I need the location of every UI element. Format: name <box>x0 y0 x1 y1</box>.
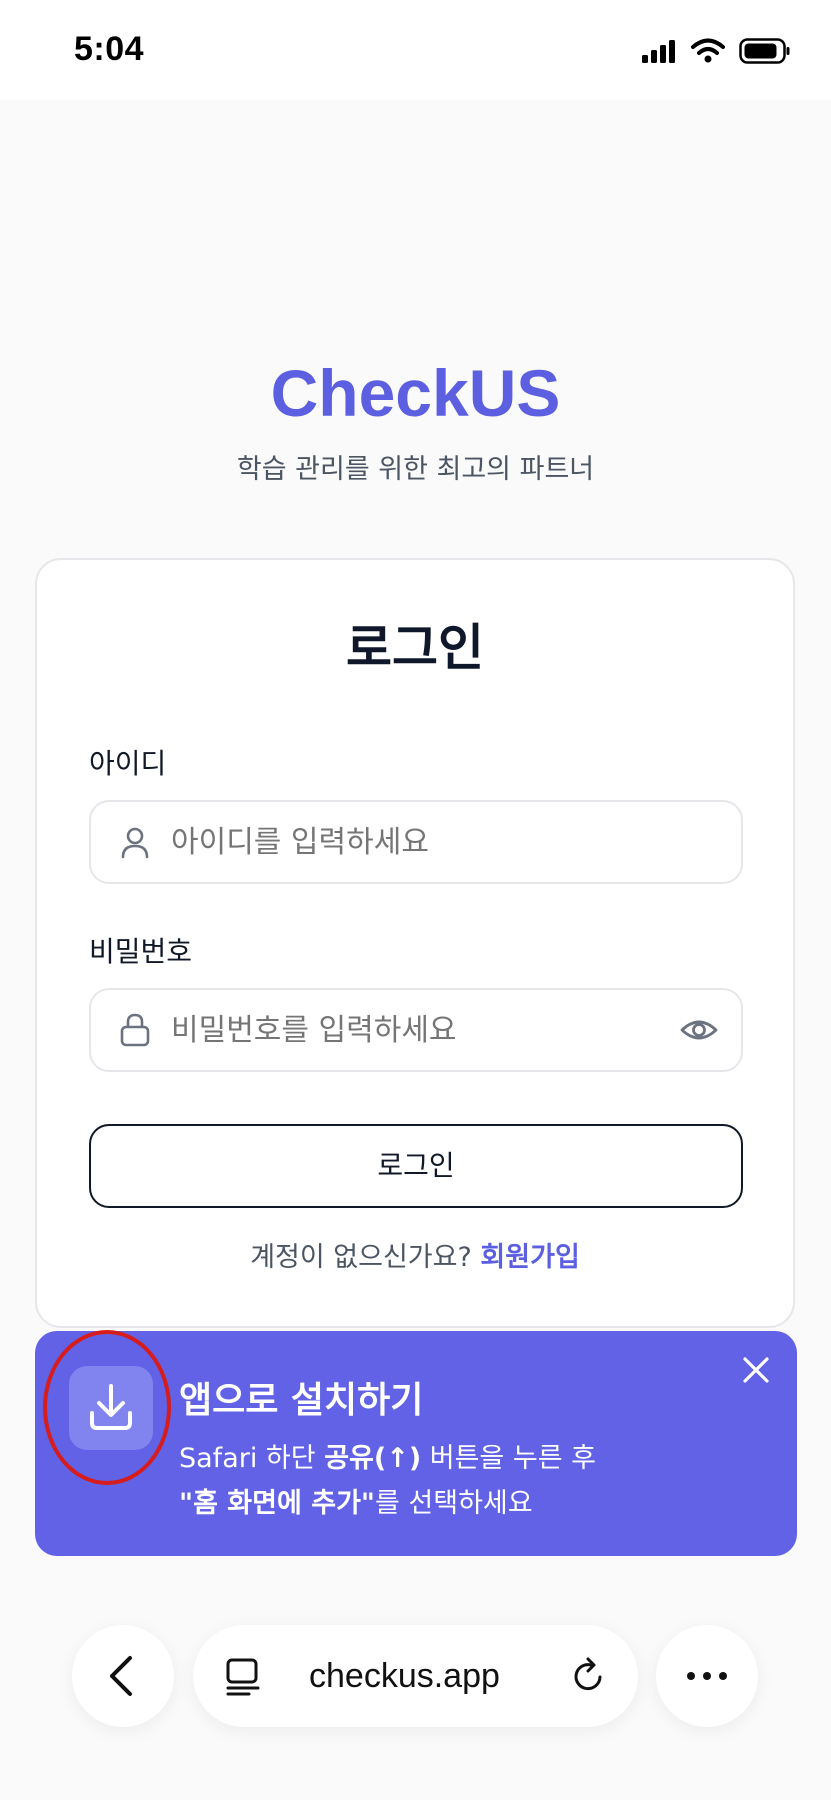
cellular-signal-icon <box>642 40 675 63</box>
id-label: 아이디 <box>89 747 167 780</box>
line2-suffix: 를 선택하세요 <box>374 1488 533 1519</box>
id-input[interactable] <box>169 802 653 884</box>
lock-icon <box>120 1013 150 1047</box>
line1-suffix: 버튼을 누른 후 <box>421 1443 596 1474</box>
status-bar: 5:04 <box>0 0 831 100</box>
banner-title: 앱으로 설치하기 <box>179 1380 424 1421</box>
back-button[interactable] <box>72 1625 174 1727</box>
signup-link[interactable]: 회원가입 <box>480 1242 579 1273</box>
wifi-icon <box>691 38 725 63</box>
line1-bold: 공유(↑) <box>324 1443 422 1474</box>
line1-prefix: Safari 하단 <box>179 1443 325 1474</box>
highlight-annotation <box>43 1330 171 1485</box>
line2-bold: "홈 화면에 추가" <box>179 1488 375 1519</box>
url-text[interactable]: checkus.app <box>309 1625 500 1727</box>
no-account-text: 계정이 없으신가요? <box>250 1242 472 1273</box>
reload-icon[interactable] <box>569 1656 609 1696</box>
brand-subtitle: 학습 관리를 위한 최고의 파트너 <box>236 454 595 485</box>
user-icon <box>121 827 149 859</box>
close-icon[interactable] <box>737 1351 775 1389</box>
login-button[interactable]: 로그인 <box>89 1124 743 1208</box>
password-input[interactable] <box>169 990 653 1072</box>
banner-instruction-line1: Safari 하단 공유(↑) 버튼을 누른 후 <box>179 1436 596 1475</box>
login-card: 로그인 아이디 비밀번호 로그인 계정이 없으신가요? 회원가입 <box>35 558 795 1328</box>
card-title: 로그인 <box>346 619 484 677</box>
banner-instruction-line2: "홈 화면에 추가"를 선택하세요 <box>179 1481 533 1520</box>
status-time: 5:04 <box>74 30 145 68</box>
address-bar[interactable]: checkus.app <box>193 1625 638 1727</box>
status-icons <box>641 38 791 64</box>
password-label: 비밀번호 <box>89 935 193 968</box>
brand-title: CheckUS <box>270 356 561 430</box>
signup-row: 계정이 없으신가요? 회원가입 <box>37 1235 793 1274</box>
reader-icon[interactable] <box>223 1656 263 1696</box>
eye-icon[interactable] <box>679 1010 719 1050</box>
battery-icon <box>739 38 790 64</box>
id-field[interactable] <box>89 800 743 884</box>
more-icon <box>687 1672 727 1680</box>
password-field[interactable] <box>89 988 743 1072</box>
more-button[interactable] <box>656 1625 758 1727</box>
chevron-left-icon <box>110 1656 132 1696</box>
